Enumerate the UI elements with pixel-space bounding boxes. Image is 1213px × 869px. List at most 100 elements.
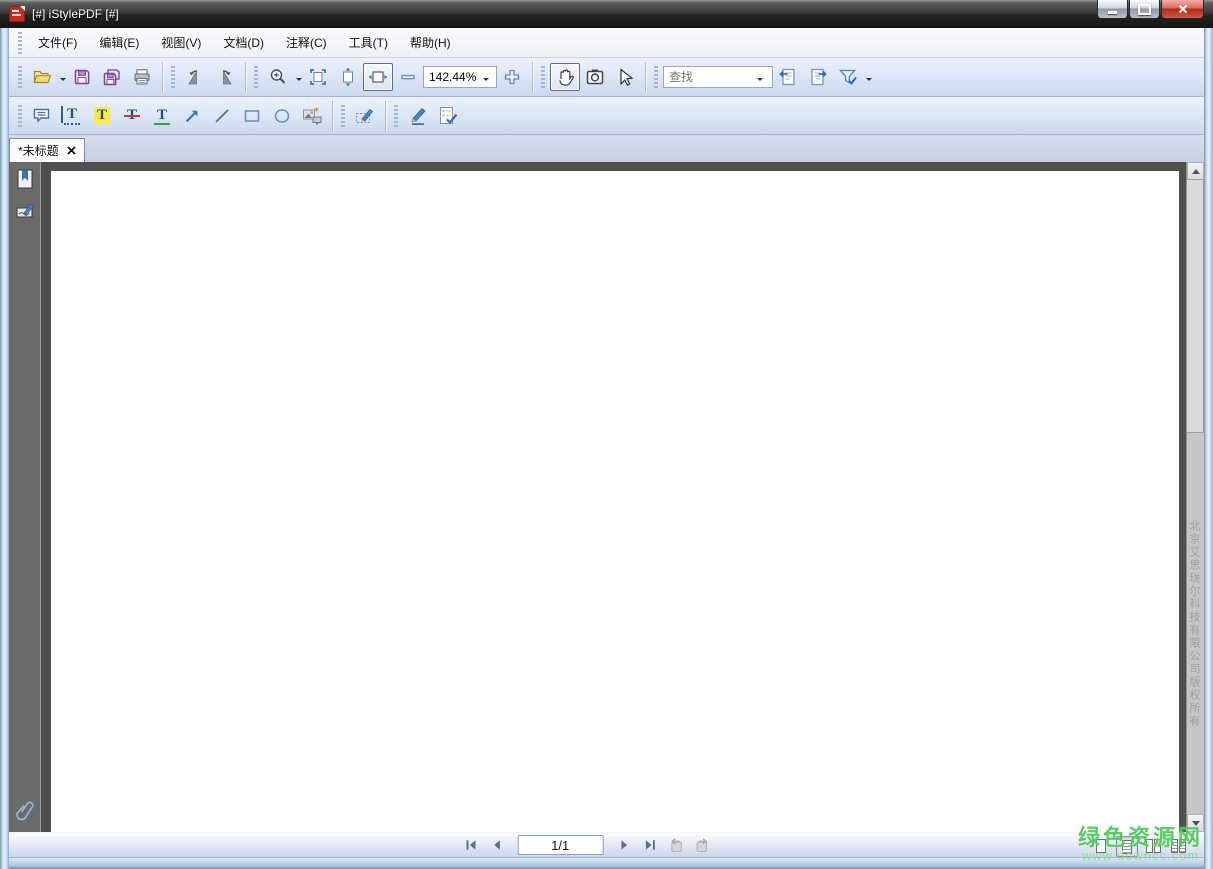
fit-height-button[interactable] bbox=[333, 63, 363, 91]
previous-view-button[interactable] bbox=[665, 834, 687, 856]
ellipse-annotation-button[interactable] bbox=[267, 102, 297, 130]
save-as-button[interactable] bbox=[97, 63, 127, 91]
tab-close-button[interactable] bbox=[67, 146, 76, 155]
pdf-page[interactable] bbox=[51, 171, 1179, 832]
close-button[interactable] bbox=[1161, 0, 1204, 19]
toolbar-grip[interactable] bbox=[654, 66, 658, 88]
last-page-icon bbox=[645, 840, 655, 850]
underline-text-button[interactable]: T bbox=[147, 102, 177, 130]
rectangle-annotation-button[interactable] bbox=[237, 102, 267, 130]
maximize-button[interactable] bbox=[1129, 0, 1160, 19]
insert-image-button[interactable] bbox=[297, 102, 327, 130]
previous-page-button[interactable] bbox=[485, 834, 507, 856]
menu-help[interactable]: 帮助(H) bbox=[399, 30, 462, 55]
page-number-field[interactable]: 1/1 bbox=[517, 835, 604, 855]
bookmarks-panel-button[interactable] bbox=[13, 167, 37, 191]
fit-height-icon bbox=[343, 67, 353, 87]
annotation-toolbar: T T T T bbox=[9, 97, 1204, 135]
menu-edit[interactable]: 编辑(E) bbox=[88, 30, 150, 55]
toolbar-grip[interactable] bbox=[341, 104, 345, 127]
snapshot-button[interactable] bbox=[580, 63, 610, 91]
highlight-text-button[interactable]: T bbox=[87, 102, 117, 130]
single-page-icon bbox=[1096, 838, 1106, 853]
menubar-grip[interactable] bbox=[18, 31, 22, 54]
search-input[interactable] bbox=[667, 69, 755, 85]
search-caret[interactable] bbox=[757, 77, 763, 84]
zoom-in-icon bbox=[270, 69, 286, 84]
single-page-view-button[interactable] bbox=[1091, 836, 1111, 855]
filter-dropdown-caret[interactable] bbox=[866, 78, 872, 84]
scroll-down-button[interactable] bbox=[1187, 814, 1204, 832]
two-page-view-button[interactable] bbox=[1143, 836, 1163, 855]
hand-tool-button[interactable] bbox=[550, 63, 580, 91]
toolbar-grip[interactable] bbox=[254, 66, 258, 88]
pencil-annotation-button[interactable] bbox=[403, 102, 433, 130]
toolbar-separator bbox=[385, 100, 386, 131]
two-page-continuous-view-button[interactable] bbox=[1168, 836, 1188, 855]
zoom-level-caret[interactable] bbox=[483, 77, 489, 84]
print-icon bbox=[134, 69, 150, 85]
snapshot-camera-icon bbox=[586, 69, 604, 85]
open-dropdown-caret[interactable] bbox=[60, 78, 66, 84]
search-filter-button[interactable] bbox=[833, 63, 863, 91]
close-icon bbox=[67, 146, 76, 155]
find-next-button[interactable] bbox=[803, 63, 833, 91]
window-frame-bottom bbox=[0, 857, 1213, 869]
last-page-button[interactable] bbox=[639, 834, 661, 856]
next-view-button[interactable] bbox=[691, 834, 713, 856]
scrollbar-thumb[interactable] bbox=[1187, 179, 1204, 433]
menu-tools[interactable]: 工具(T) bbox=[338, 30, 399, 55]
open-button[interactable] bbox=[27, 63, 57, 91]
attachments-panel-button[interactable] bbox=[13, 798, 37, 822]
rotate-right-button[interactable] bbox=[210, 63, 240, 91]
next-page-button[interactable] bbox=[613, 834, 635, 856]
save-button[interactable] bbox=[67, 63, 97, 91]
note-comment-button[interactable] bbox=[27, 102, 57, 130]
zoom-out-button[interactable] bbox=[393, 63, 423, 91]
signature-panel-button[interactable] bbox=[13, 199, 37, 223]
zoom-level-input[interactable] bbox=[427, 69, 481, 85]
fit-page-button[interactable] bbox=[303, 63, 333, 91]
find-previous-button[interactable] bbox=[773, 63, 803, 91]
menu-comment[interactable]: 注释(C) bbox=[275, 30, 338, 55]
toolbar-grip[interactable] bbox=[18, 104, 22, 127]
search-combo[interactable] bbox=[663, 66, 773, 88]
continuous-view-button[interactable] bbox=[1116, 836, 1138, 857]
zoom-dropdown-caret[interactable] bbox=[296, 78, 302, 84]
two-page-continuous-icon bbox=[1170, 838, 1178, 853]
form-field-button[interactable] bbox=[433, 102, 463, 130]
page-navigation-bar: 1/1 bbox=[9, 832, 1204, 858]
document-tab[interactable]: *未标题 bbox=[9, 138, 85, 162]
zoom-level-combo[interactable] bbox=[423, 66, 497, 88]
toolbar-grip[interactable] bbox=[541, 66, 545, 88]
fit-width-button[interactable] bbox=[363, 63, 393, 91]
maximize-icon bbox=[1138, 3, 1151, 15]
insert-text-button[interactable]: T bbox=[57, 102, 87, 130]
zoom-tool-button[interactable] bbox=[263, 63, 293, 91]
vertical-scrollbar[interactable] bbox=[1186, 162, 1204, 832]
rotate-left-button[interactable] bbox=[180, 63, 210, 91]
menu-view[interactable]: 视图(V) bbox=[150, 30, 212, 55]
next-view-icon bbox=[696, 837, 708, 852]
select-tool-button[interactable] bbox=[610, 63, 640, 91]
arrow-annotation-button[interactable] bbox=[177, 102, 207, 130]
toolbar-grip[interactable] bbox=[394, 104, 398, 127]
page-layout-buttons bbox=[1091, 836, 1188, 857]
minimize-button[interactable] bbox=[1097, 0, 1128, 19]
tab-title: *未标题 bbox=[18, 144, 59, 158]
fit-page-icon bbox=[310, 69, 326, 85]
toolbar-grip[interactable] bbox=[171, 66, 175, 88]
toolbar-grip[interactable] bbox=[18, 66, 22, 88]
first-page-button[interactable] bbox=[459, 834, 481, 856]
select-annotation-icon bbox=[356, 108, 374, 123]
print-button[interactable] bbox=[127, 63, 157, 91]
menu-document[interactable]: 文档(D) bbox=[212, 30, 275, 55]
menu-file[interactable]: 文件(F) bbox=[27, 30, 88, 55]
select-annotation-button[interactable] bbox=[350, 102, 380, 130]
line-annotation-button[interactable] bbox=[207, 102, 237, 130]
two-page-icon bbox=[1145, 838, 1153, 853]
form-check-icon bbox=[440, 106, 458, 124]
scroll-up-button[interactable] bbox=[1187, 162, 1204, 180]
strikeout-text-button[interactable]: T bbox=[117, 102, 147, 130]
zoom-in-button[interactable] bbox=[497, 63, 527, 91]
